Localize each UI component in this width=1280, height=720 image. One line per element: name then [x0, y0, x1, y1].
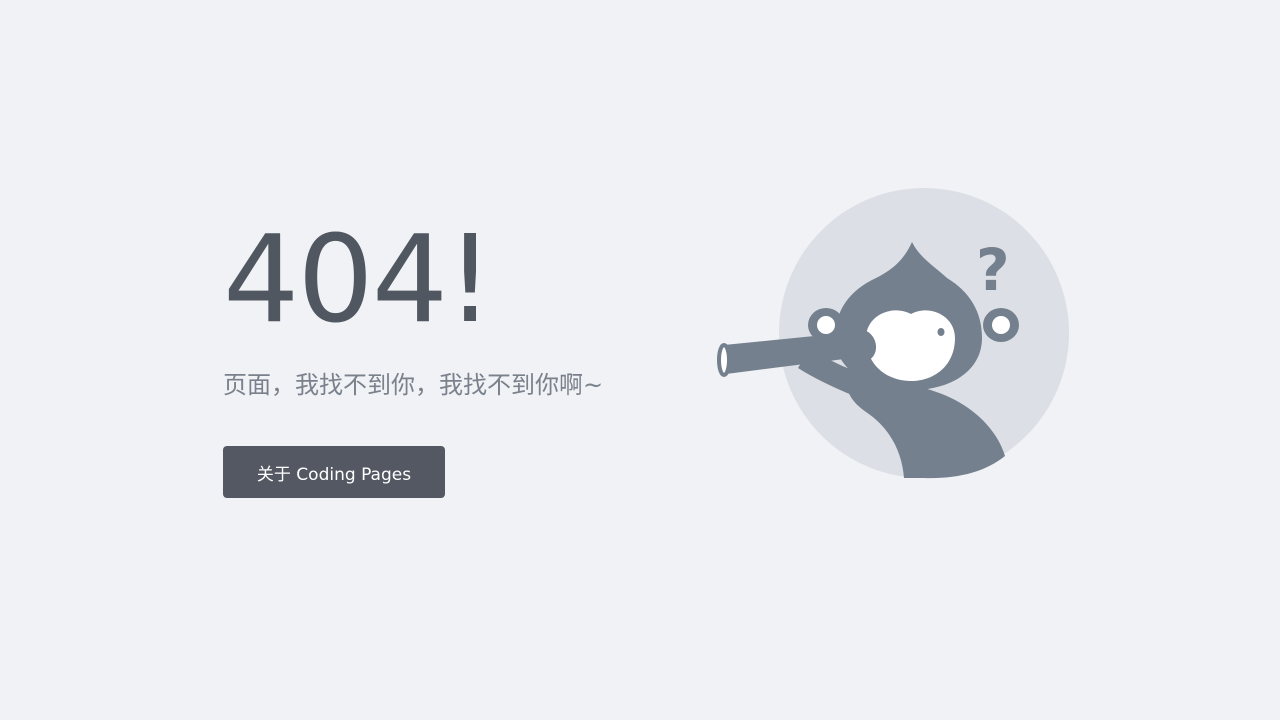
telescope-lens: [717, 343, 731, 377]
error-code: 404!: [223, 211, 494, 350]
monkey-eye: [937, 328, 945, 336]
monkey-telescope-icon: ?: [717, 188, 1069, 479]
monkey-right-inner-ear: [992, 316, 1010, 334]
error-content: 404! 页面，我找不到你，我找不到你啊~ 关于 Coding Pages: [223, 215, 683, 498]
not-found-page: 404! 页面，我找不到你，我找不到你啊~ 关于 Coding Pages ?: [0, 0, 1280, 720]
error-message: 页面，我找不到你，我找不到你啊~: [223, 371, 604, 399]
about-coding-pages-button[interactable]: 关于 Coding Pages: [223, 446, 445, 498]
question-mark-icon: ?: [976, 236, 1010, 304]
monkey-left-inner-ear: [817, 316, 835, 334]
